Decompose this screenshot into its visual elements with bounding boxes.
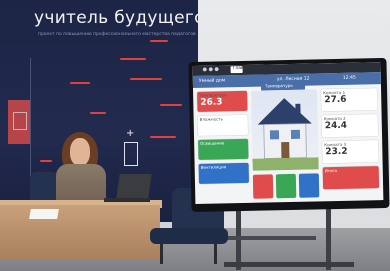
card-value: 27.6 <box>324 94 347 106</box>
accent-line <box>150 136 176 138</box>
accent-line <box>120 58 146 60</box>
left-cards: Температура 26.3 Влажность Освещение Вен… <box>197 90 249 202</box>
room-card[interactable]: Комната 1 27.6 <box>321 88 378 112</box>
right-cards: Комната 1 27.6 Комната 2 24.4 Комната 3 … <box>321 88 380 199</box>
sensor-card[interactable]: Вентиляция <box>198 162 249 184</box>
interactive-display: ● ● ● Главная Умный дом ул. Лесная 12 12… <box>188 57 390 213</box>
sensor-card[interactable]: Влажность <box>197 114 248 136</box>
room-card[interactable]: Комната 3 23.2 <box>322 140 379 164</box>
card-label: Влажность <box>199 116 224 122</box>
backdrop-title: учитель будущего <box>34 8 198 28</box>
woman-face <box>70 138 90 166</box>
chair-leg <box>214 244 217 264</box>
room-card[interactable]: Итого <box>322 166 380 190</box>
card-label: Освещение <box>200 140 225 146</box>
control-button[interactable] <box>252 174 274 199</box>
chair-leg <box>160 244 163 264</box>
decorative-panel <box>8 100 30 144</box>
laptop-base <box>104 198 150 202</box>
card-label: Вентиляция <box>200 164 227 170</box>
chair-seat <box>150 228 228 244</box>
screen-tab-label: Главная <box>232 65 253 72</box>
photo-scene: учитель будущего проект по повышению про… <box>0 0 390 271</box>
screen-tab[interactable]: Главная <box>230 66 252 74</box>
accent-line <box>130 78 162 80</box>
accent-line <box>40 160 52 162</box>
stand-shelf <box>226 236 316 240</box>
house-icon <box>252 98 319 171</box>
accent-line <box>160 104 182 106</box>
stand-pole <box>326 208 331 270</box>
laptop-screen <box>116 174 152 198</box>
dashboard-screen: ● ● ● Главная Умный дом ул. Лесная 12 12… <box>192 62 384 204</box>
desk <box>0 205 160 260</box>
accent-line <box>150 40 168 42</box>
card-value: 24.4 <box>324 120 348 132</box>
accent-line <box>70 82 90 84</box>
card-label: Итого <box>324 168 338 174</box>
accent-line <box>90 112 106 114</box>
sensor-card[interactable]: Освещение <box>198 138 249 160</box>
dashboard-title: Умный дом <box>198 78 226 84</box>
outline-shape <box>124 142 138 166</box>
window-controls: ● ● ● <box>202 66 219 73</box>
plus-icon: + <box>126 128 135 139</box>
control-buttons <box>252 173 320 200</box>
paper-sheet <box>29 209 59 219</box>
room-card[interactable]: Комната 2 24.4 <box>321 114 379 138</box>
card-value: 23.2 <box>325 146 348 158</box>
dashboard-time: 12:45 <box>342 75 356 81</box>
stand-base <box>224 262 354 267</box>
house-tag-label: Температура <box>264 82 293 89</box>
control-button[interactable] <box>275 173 297 199</box>
sensor-card[interactable]: Температура 26.3 <box>197 90 248 112</box>
house-illustration[interactable] <box>251 89 319 171</box>
control-button[interactable] <box>298 173 320 198</box>
card-value: 26.3 <box>200 97 223 108</box>
backdrop-subtitle: проект по повышению профессионального ма… <box>38 32 196 37</box>
